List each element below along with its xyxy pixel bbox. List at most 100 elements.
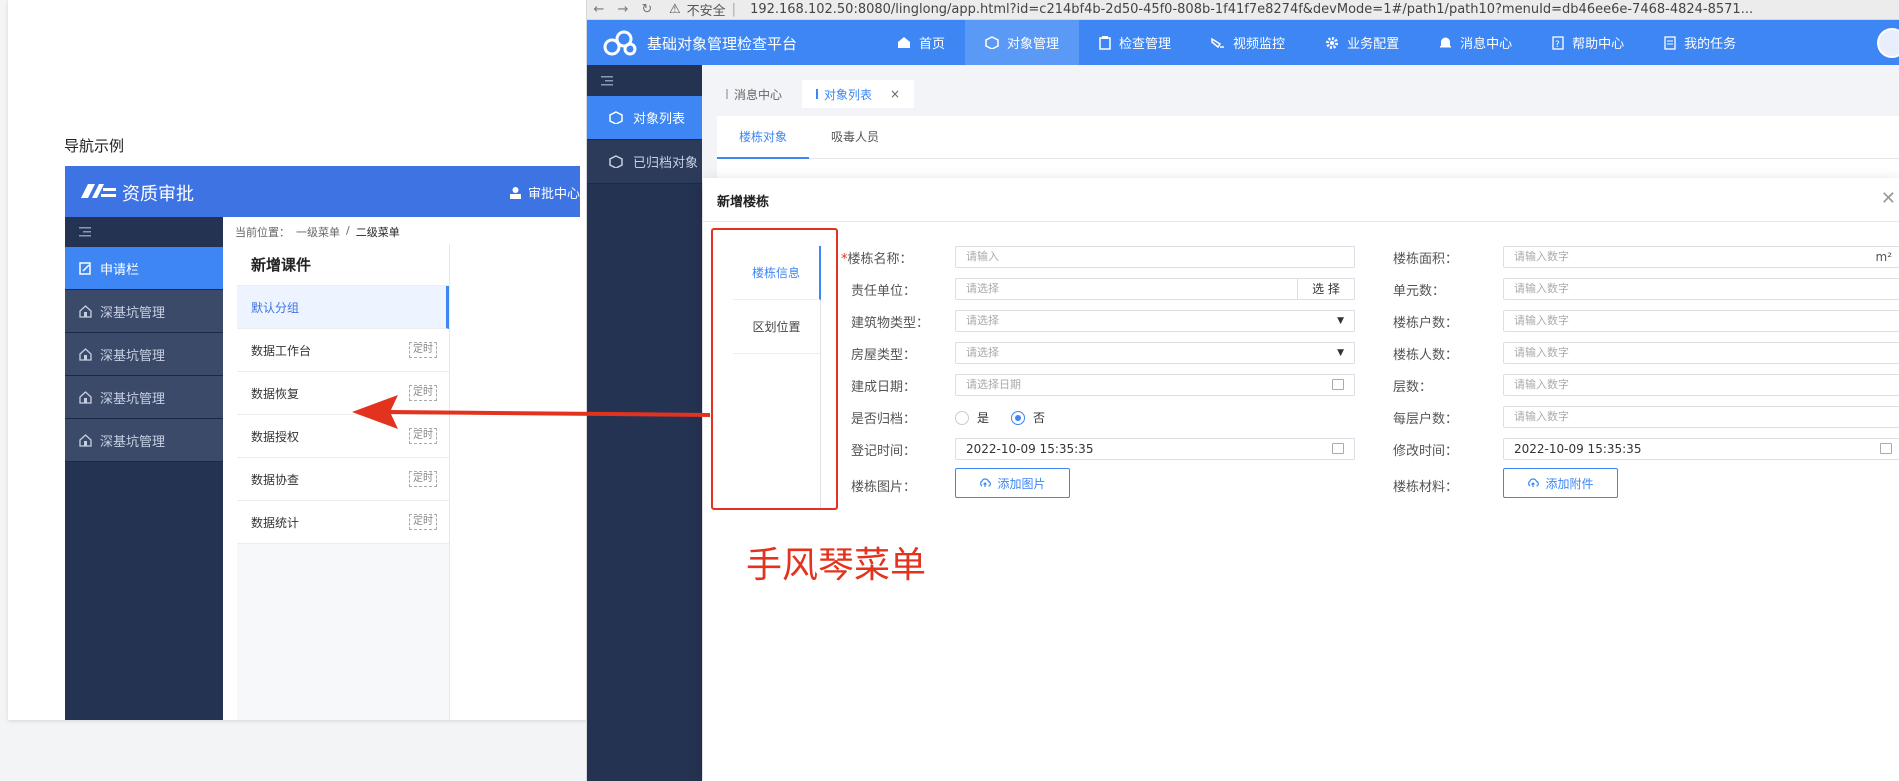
- form-row: 楼栋图片： 添加图片 楼栋材料： 添加附件: [843, 468, 1893, 498]
- dialog-header: 新增楼栋 ✕: [703, 178, 1899, 222]
- dialog-title: 新增楼栋: [717, 195, 770, 210]
- sidebar-item-pit-management[interactable]: 深基坑管理: [65, 333, 223, 376]
- field-label: 单元数：: [1393, 284, 1446, 299]
- cube-icon: [609, 111, 623, 124]
- submenu-item-data-inquiry[interactable]: 数据协查 定时: [237, 458, 449, 501]
- object-type-tabs: 楼栋对象 吸毒人员: [717, 116, 1899, 159]
- cube-icon: [609, 155, 623, 168]
- app-header: 资质审批 审批中心: [65, 166, 580, 217]
- accordion-item-zoning-location[interactable]: 区划位置: [733, 300, 820, 354]
- tab-drug-users[interactable]: 吸毒人员: [809, 116, 901, 159]
- url-text[interactable]: 192.168.102.50:8080/linglong/app.html?id…: [750, 2, 1753, 17]
- nav-object-management[interactable]: 对象管理: [965, 20, 1080, 65]
- breadcrumb-level1[interactable]: 一级菜单: [296, 224, 340, 240]
- nav-label: 消息中心: [1460, 37, 1513, 52]
- field-label: 楼栋材料：: [1393, 480, 1459, 495]
- field-label: 建筑物类型：: [851, 316, 930, 331]
- breadcrumb-level2: 二级菜单: [355, 226, 400, 239]
- register-time-picker[interactable]: 2022-10-09 15:35:35: [955, 438, 1355, 460]
- sidebar-item-pit-management[interactable]: 深基坑管理: [65, 419, 223, 462]
- logo-icon: [603, 30, 637, 56]
- sidebar-item-label: 深基坑管理: [100, 391, 166, 407]
- add-image-button[interactable]: 添加图片: [955, 468, 1070, 498]
- responsible-unit-select[interactable]: 请选择 选 择: [955, 278, 1355, 300]
- top-nav: 首页 对象管理 检查管理 视频监控 业务配置 消息中心 ? 帮助中心 我的任务: [877, 20, 1756, 65]
- sidebar-item-label: 已归档对象: [633, 156, 699, 171]
- qualification-app: 资质审批 审批中心 申请栏 深基坑管理 深基坑管理 深基坑管理 深基坑管理 当前…: [65, 166, 580, 720]
- nav-label: 业务配置: [1347, 37, 1400, 52]
- resident-count-input[interactable]: 请输入数字: [1503, 342, 1899, 364]
- house-type-dropdown[interactable]: 请选择 ▼: [955, 342, 1355, 364]
- sidebar-item-apply[interactable]: 申请栏: [65, 247, 223, 290]
- building-type-dropdown[interactable]: 请选择 ▼: [955, 310, 1355, 332]
- cloud-upload-icon: [1528, 478, 1540, 487]
- select-button[interactable]: 选 择: [1297, 278, 1355, 300]
- nav-example-label: 导航示例: [64, 137, 125, 155]
- tab-label: 对象列表: [824, 87, 873, 102]
- accordion-menu-annotation: 手风琴菜单: [746, 545, 927, 586]
- user-icon: [509, 187, 521, 199]
- submenu-item-label: 数据授权: [251, 429, 300, 444]
- tab-message-center[interactable]: 消息中心: [712, 80, 797, 108]
- collapse-menu-icon[interactable]: [587, 65, 702, 96]
- floor-count-input[interactable]: 请输入数字: [1503, 374, 1899, 396]
- svg-text:?: ?: [1555, 40, 1560, 50]
- collapse-menu-icon[interactable]: [65, 217, 223, 247]
- task-icon: [1664, 35, 1676, 50]
- unit-count-input[interactable]: 请输入数字: [1503, 278, 1899, 300]
- field-label: *楼栋名称：: [841, 252, 913, 267]
- forward-icon[interactable]: →: [611, 2, 635, 17]
- field-label: 层数：: [1393, 380, 1433, 395]
- radio-yes[interactable]: [955, 410, 969, 425]
- bell-icon: [1440, 37, 1452, 48]
- nav-video-monitoring[interactable]: 视频监控: [1191, 20, 1305, 65]
- nav-label: 视频监控: [1233, 37, 1286, 52]
- nav-label: 首页: [919, 37, 946, 52]
- nav-message-center[interactable]: 消息中心: [1419, 20, 1532, 65]
- sidebar-item-archived-objects[interactable]: 已归档对象: [587, 140, 702, 184]
- completion-date-picker[interactable]: 请选择日期: [955, 374, 1355, 396]
- building-icon: [79, 304, 92, 318]
- add-attachment-button[interactable]: 添加附件: [1503, 468, 1618, 498]
- sidebar-item-pit-management[interactable]: 深基坑管理: [65, 376, 223, 419]
- submenu-item-data-workbench[interactable]: 数据工作台 定时: [237, 329, 449, 372]
- warning-icon: ⚠: [669, 2, 681, 17]
- accordion-item-building-info[interactable]: 楼栋信息: [733, 246, 821, 300]
- field-label: 楼栋人数：: [1393, 348, 1459, 363]
- households-per-floor-input[interactable]: 请输入数字: [1503, 406, 1899, 428]
- submenu-item-data-statistics[interactable]: 数据统计 定时: [237, 501, 449, 544]
- sidebar-item-pit-management[interactable]: 深基坑管理: [65, 290, 223, 333]
- nav-business-config[interactable]: 业务配置: [1305, 20, 1419, 65]
- submenu-item-default-group[interactable]: 默认分组: [237, 286, 449, 329]
- caret-down-icon: ▼: [1337, 348, 1344, 358]
- building-area-input[interactable]: 请输入数字 m²: [1503, 246, 1899, 268]
- close-icon[interactable]: ✕: [1881, 188, 1896, 209]
- tab-building-objects[interactable]: 楼栋对象: [717, 116, 810, 159]
- annotation-arrow: [352, 395, 711, 429]
- user-menu[interactable]: 审批中心: [509, 183, 580, 202]
- close-icon[interactable]: ×: [890, 87, 900, 101]
- form-row: *楼栋名称： 请输入 楼栋面积： 请输入数字 m²: [841, 246, 1899, 268]
- nav-inspection-management[interactable]: 检查管理: [1079, 20, 1191, 65]
- field-label: 登记时间：: [851, 444, 917, 459]
- back-icon[interactable]: ←: [587, 2, 611, 17]
- building-name-input[interactable]: 请输入: [955, 246, 1355, 268]
- building-icon: [79, 390, 92, 404]
- avatar[interactable]: [1877, 28, 1899, 58]
- nav-home[interactable]: 首页: [877, 20, 965, 65]
- nav-label: 我的任务: [1684, 37, 1737, 52]
- household-count-input[interactable]: 请输入数字: [1503, 310, 1899, 332]
- nav-help-center[interactable]: ? 帮助中心: [1532, 20, 1644, 65]
- breadcrumb-separator: /: [346, 224, 350, 237]
- radio-no[interactable]: [1011, 410, 1026, 425]
- sidebar-item-label: 深基坑管理: [100, 305, 166, 321]
- submenu-item-label: 数据统计: [251, 515, 300, 530]
- tab-object-list[interactable]: 对象列表 ×: [802, 80, 915, 108]
- field-label: 楼栋图片：: [851, 480, 917, 495]
- secondary-menu-title: 新增课件: [237, 244, 449, 286]
- modify-time-picker[interactable]: 2022-10-09 15:35:35: [1503, 438, 1899, 460]
- sidebar-item-label: 深基坑管理: [100, 348, 166, 364]
- sidebar-item-object-list[interactable]: 对象列表: [587, 96, 702, 140]
- nav-my-tasks[interactable]: 我的任务: [1644, 20, 1756, 65]
- reload-icon[interactable]: ↻: [635, 2, 659, 17]
